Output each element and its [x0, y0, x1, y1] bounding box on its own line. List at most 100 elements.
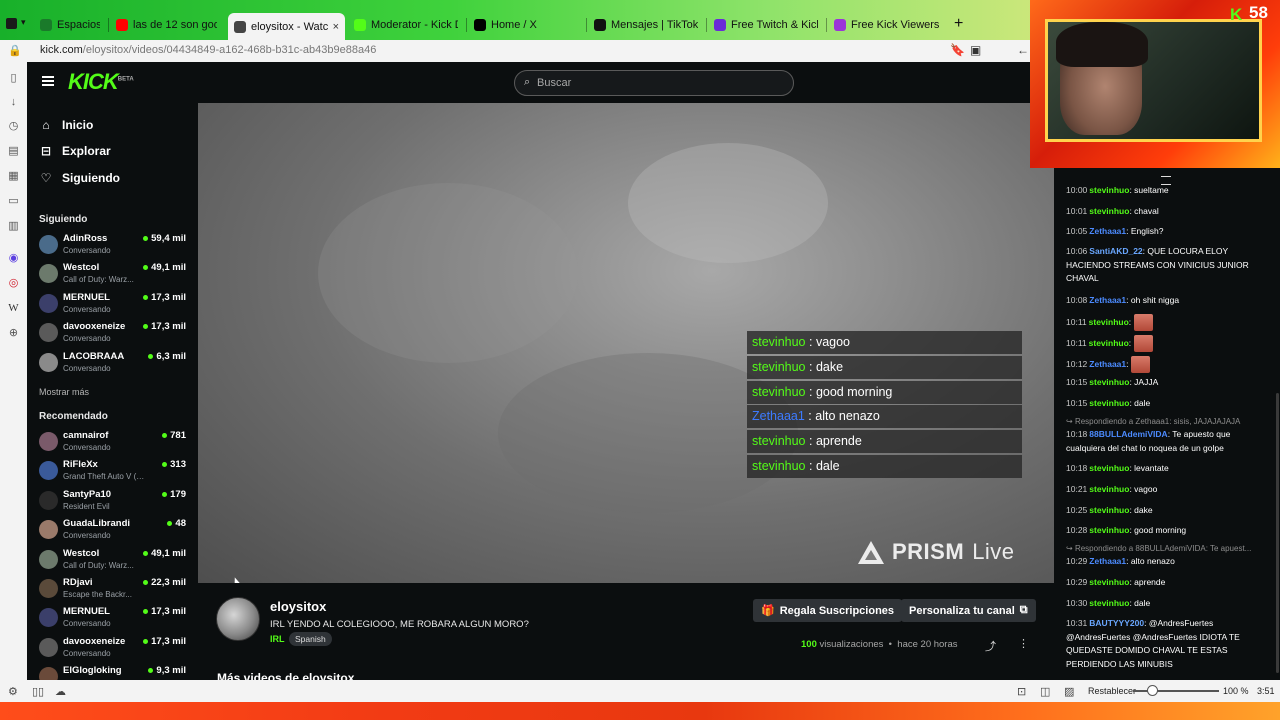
- sidebar-channel[interactable]: GuadaLibrandi Conversando 48: [39, 517, 189, 544]
- nav-siguiendo[interactable]: ♡ Siguiendo: [40, 171, 120, 185]
- overlay-username: stevinhuo: [752, 458, 806, 473]
- page-actions-icon[interactable]: ◫: [1040, 685, 1050, 698]
- share-icon[interactable]: ⤴: [985, 638, 996, 654]
- chat-scrollbar[interactable]: [1276, 393, 1279, 673]
- browser-tab[interactable]: Free Kick Viewers - BotViewer: [828, 14, 946, 36]
- search-input[interactable]: ⌕ Buscar: [514, 70, 794, 96]
- url-text[interactable]: kick.com/eloysitox/videos/04434849-a162-…: [40, 44, 376, 56]
- bookmarks-icon[interactable]: ▯: [7, 72, 20, 85]
- address-bar[interactable]: 🔒 kick.com/eloysitox/videos/04434849-a16…: [0, 40, 1030, 62]
- nav-explorar[interactable]: ⊟ Explorar: [40, 144, 111, 158]
- tab-favicon-icon: [474, 19, 486, 31]
- overlay-username: Zethaaa1: [752, 409, 805, 424]
- chat-username[interactable]: 88BULLAdemiVIDA: [1089, 429, 1167, 439]
- wikipedia-icon[interactable]: W: [7, 302, 20, 315]
- chat-username[interactable]: stevinhuo: [1089, 206, 1129, 216]
- close-tab-icon[interactable]: ×: [333, 21, 339, 33]
- images-icon[interactable]: ▨: [1064, 685, 1074, 698]
- chat-username[interactable]: stevinhuo: [1089, 338, 1129, 348]
- category-link[interactable]: IRL: [270, 634, 285, 644]
- chat-time: 10:30: [1066, 598, 1088, 608]
- sidebar-toggle-icon[interactable]: [6, 18, 17, 29]
- sidebar-channel[interactable]: MERNUEL Conversando 17,3 mil: [39, 605, 189, 632]
- add-panel-icon[interactable]: ⊕: [7, 327, 20, 340]
- overlay-username: stevinhuo: [752, 384, 806, 399]
- browser-tab[interactable]: Free Twitch & Kick Viewers: [708, 14, 824, 36]
- browser-tab[interactable]: eloysitox - Watch the VOD ×: [228, 13, 345, 40]
- search-placeholder: Buscar: [537, 77, 572, 89]
- video-player[interactable]: stevinhuo : vagoo stevinhuo : dake stevinh…: [198, 103, 1054, 583]
- tasks-icon[interactable]: ▥: [7, 220, 20, 233]
- browser-tab[interactable]: Mensajes | TikTok: [588, 14, 704, 36]
- chat-username[interactable]: stevinhuo: [1089, 577, 1129, 587]
- chat-username[interactable]: stevinhuo: [1089, 525, 1129, 535]
- sidebar-channel[interactable]: Westcol Call of Duty: Warz... 49,1 mil: [39, 261, 189, 288]
- gift-subs-button[interactable]: 🎁 Regala Suscripciones: [753, 599, 903, 622]
- tab-favicon-icon: [40, 19, 52, 31]
- sidebar-channel[interactable]: camnairof Conversando 781: [39, 429, 189, 456]
- channel-name: AdinRoss: [63, 233, 108, 244]
- menu-icon[interactable]: [42, 76, 54, 86]
- more-options-icon[interactable]: ⋮: [1018, 637, 1029, 650]
- sidebar-channel[interactable]: AdinRoss Conversando 59,4 mil: [39, 232, 189, 259]
- nav-inicio[interactable]: ⌂ Inicio: [40, 118, 93, 132]
- cloud-icon[interactable]: ☁: [55, 685, 66, 698]
- chat-username[interactable]: stevinhuo: [1089, 398, 1129, 408]
- translate-icon[interactable]: ▦: [7, 170, 20, 183]
- bookmark-icon[interactable]: 🔖: [950, 43, 965, 57]
- tiling-icon[interactable]: ▯▯: [32, 685, 44, 698]
- zoom-slider[interactable]: [1133, 690, 1219, 692]
- viewer-count: 59,4 mil: [143, 233, 186, 244]
- chat-username[interactable]: Zethaaa1: [1089, 359, 1126, 369]
- sidebar-channel[interactable]: SantyPa10 Resident Evil 179: [39, 488, 189, 515]
- chat-username[interactable]: stevinhuo: [1089, 185, 1129, 195]
- mail-icon[interactable]: ▭: [7, 195, 20, 208]
- customize-channel-button[interactable]: Personaliza tu canal ⧉: [901, 599, 1036, 622]
- sidebar-channel[interactable]: RiFleXx Grand Theft Auto V (G... 313: [39, 458, 189, 485]
- browser-tab[interactable]: Home / X: [468, 14, 584, 36]
- chat-username[interactable]: Zethaaa1: [1089, 295, 1126, 305]
- browser-tab[interactable]: Espacios: [34, 14, 106, 36]
- downloads-icon[interactable]: ↓: [7, 96, 20, 109]
- browser-tab[interactable]: Moderator - Kick Dashboard: [348, 14, 464, 36]
- channel-name[interactable]: eloysitox: [270, 599, 326, 614]
- overlay-chat-message: stevinhuo : aprende: [747, 430, 1022, 454]
- split-view-icon[interactable]: ▣: [970, 43, 981, 57]
- channel-avatar[interactable]: [216, 597, 260, 641]
- notes-icon[interactable]: ▤: [7, 145, 20, 158]
- sidebar-channel[interactable]: MERNUEL Conversando 17,3 mil: [39, 291, 189, 318]
- kick-logo[interactable]: KICKBETA: [68, 69, 134, 95]
- sidebar-channel[interactable]: Westcol Call of Duty: Warz... 49,1 mil: [39, 547, 189, 574]
- zoom-slider-knob[interactable]: [1147, 685, 1158, 696]
- chat-username[interactable]: stevinhuo: [1089, 484, 1129, 494]
- vivaldi-icon[interactable]: ◎: [7, 277, 20, 290]
- chat-username[interactable]: stevinhuo: [1089, 505, 1129, 515]
- sidebar-channel[interactable]: LACOBRAAA Conversando 6,3 mil: [39, 350, 189, 377]
- channel-avatar: [39, 323, 58, 343]
- chat-username[interactable]: stevinhuo: [1089, 377, 1129, 387]
- tab-label: las de 12 son god - YouTube: [133, 19, 217, 31]
- chat-username[interactable]: BAUTYYY200: [1089, 618, 1144, 628]
- sidebar-channel[interactable]: RDjavi Escape the Backr... 22,3 mil: [39, 576, 189, 603]
- panel-toggle-icon[interactable]: ⚙: [8, 685, 18, 698]
- chat-username[interactable]: stevinhuo: [1089, 598, 1129, 608]
- sidebar-channel[interactable]: davooxeneize Conversando 17,3 mil: [39, 635, 189, 662]
- new-tab-button[interactable]: +: [954, 15, 963, 33]
- language-tag[interactable]: Spanish: [289, 632, 332, 646]
- history-icon[interactable]: ◷: [7, 120, 20, 133]
- chat-username[interactable]: stevinhuo: [1089, 463, 1129, 473]
- sidebar-channel[interactable]: ElGlogloking 9,3 mil: [39, 664, 189, 680]
- tab-list-icon[interactable]: ▾: [21, 17, 26, 28]
- back-arrow-icon[interactable]: ←: [1017, 43, 1029, 57]
- chat-username[interactable]: Zethaaa1: [1089, 556, 1126, 566]
- chat-username[interactable]: Zethaaa1: [1089, 226, 1126, 236]
- lock-icon[interactable]: 🔒: [8, 44, 22, 57]
- browser-tab[interactable]: las de 12 son god - YouTube: [110, 14, 223, 36]
- sidebar-channel[interactable]: davooxeneize Conversando 17,3 mil: [39, 320, 189, 347]
- show-more-link[interactable]: Mostrar más: [39, 387, 89, 397]
- mastodon-icon[interactable]: ◉: [7, 252, 20, 265]
- chat-username[interactable]: stevinhuo: [1089, 317, 1129, 327]
- chat-username[interactable]: SantiAKD_22: [1089, 246, 1142, 256]
- capture-icon[interactable]: ⊡: [1017, 685, 1026, 698]
- zoom-reset-button[interactable]: Restablecer: [1088, 686, 1136, 696]
